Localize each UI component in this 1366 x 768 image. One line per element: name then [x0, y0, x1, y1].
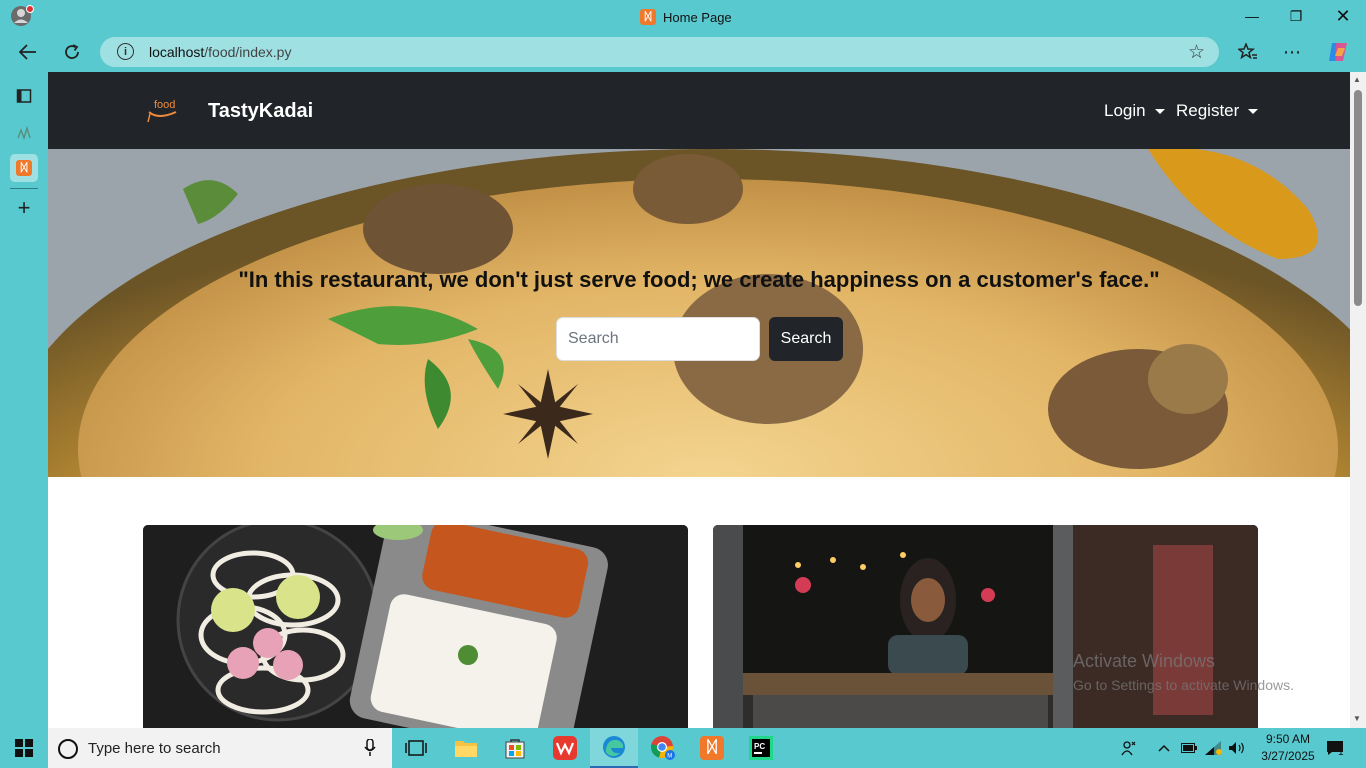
svg-text:M: M [667, 754, 672, 760]
task-view-icon[interactable] [392, 728, 440, 768]
taskbar-search-placeholder: Type here to search [88, 740, 221, 757]
notification-count: 1 [1338, 747, 1344, 758]
card-food-image[interactable] [143, 525, 688, 728]
caret-down-icon [1154, 108, 1165, 114]
people-icon[interactable] [1116, 728, 1142, 768]
hero-quote: "In this restaurant, we don't just serve… [238, 267, 1160, 292]
clock-time: 9:50 AM [1265, 732, 1311, 746]
biryani-hero-image [48, 149, 1350, 477]
refresh-icon [65, 44, 79, 59]
url-host: localhost [149, 44, 205, 60]
battery-icon[interactable] [1178, 728, 1200, 768]
edge-icon[interactable] [590, 728, 638, 768]
page-scrollbar[interactable]: ▲ ▼ [1350, 72, 1366, 728]
vertical-tab-strip: ᛞ + [0, 72, 48, 728]
store-icon[interactable] [491, 728, 539, 768]
xampp-tab-icon[interactable]: ᛞ [10, 154, 38, 182]
card-restaurant-image[interactable] [713, 525, 1258, 728]
scroll-down-icon[interactable]: ▼ [1353, 714, 1361, 723]
chrome-icon[interactable]: M [639, 728, 687, 768]
close-button[interactable]: ✕ [1320, 0, 1366, 32]
back-arrow-icon [19, 44, 36, 60]
windows-logo-icon [15, 739, 33, 757]
back-button[interactable] [12, 36, 44, 68]
hero-banner: "In this restaurant, we don't just serve… [48, 149, 1350, 477]
divider [10, 188, 38, 189]
start-button[interactable] [0, 728, 48, 768]
svg-text:PC: PC [754, 742, 765, 751]
pycharm-icon[interactable]: PC [737, 728, 785, 768]
site-navbar: food TastyKadai Login Register [48, 72, 1350, 149]
volume-icon[interactable] [1226, 728, 1248, 768]
tab-title-text: Home Page [663, 9, 732, 25]
restore-button[interactable]: ❐ [1273, 0, 1319, 32]
add-tab-icon[interactable]: + [10, 194, 38, 222]
browser-titlebar: ᛞ Home Page — ❐ ✕ [0, 0, 1366, 32]
login-label: Login [1104, 101, 1146, 120]
browser-toolbar: i localhost/food/index.py ☆ ⋯ [0, 32, 1366, 72]
minimize-button[interactable]: — [1229, 0, 1275, 32]
food-logo-icon[interactable]: food [146, 98, 182, 124]
address-text[interactable]: localhost/food/index.py [149, 44, 291, 60]
register-dropdown[interactable]: Register [1176, 101, 1259, 121]
activate-windows-title: Activate Windows [1073, 651, 1216, 671]
profile-avatar-icon[interactable] [10, 5, 34, 27]
search-icon [58, 739, 78, 759]
search-button[interactable]: Search [769, 317, 843, 361]
favorites-button[interactable] [1232, 36, 1264, 68]
copilot-button[interactable] [1322, 36, 1354, 68]
favorite-star-icon[interactable]: ☆ [1188, 41, 1205, 64]
xampp-icon[interactable]: ᛞ [688, 728, 736, 768]
scroll-up-icon[interactable]: ▲ [1353, 75, 1361, 84]
notifications-button[interactable]: 1 [1320, 728, 1350, 768]
restaurant-window-image [713, 525, 1258, 728]
search-input[interactable] [556, 317, 760, 361]
active-tab[interactable]: ᛞ Home Page [640, 7, 732, 27]
url-path: /food/index.py [204, 44, 292, 60]
chevron-up-icon[interactable] [1152, 728, 1176, 768]
register-label: Register [1176, 101, 1240, 120]
settings-more-button[interactable]: ⋯ [1276, 36, 1308, 68]
app-icon[interactable] [10, 118, 38, 146]
scroll-thumb[interactable] [1354, 90, 1362, 306]
activate-windows-subtitle: Go to Settings to activate Windows. [1073, 677, 1294, 693]
windows-taskbar: Type here to search M ᛞ PC 9:50 AM 3/27/… [0, 728, 1366, 768]
xampp-favicon-icon: ᛞ [16, 160, 32, 176]
wifi-icon[interactable] [1202, 728, 1224, 768]
copilot-icon [1329, 43, 1347, 61]
page-viewport: food TastyKadai Login Register "In this … [48, 72, 1350, 728]
microphone-icon[interactable] [364, 739, 376, 757]
brand-name[interactable]: TastyKadai [208, 100, 313, 123]
file-explorer-icon[interactable] [442, 728, 490, 768]
wps-office-icon[interactable] [541, 728, 589, 768]
caret-down-icon [1248, 108, 1259, 114]
system-clock[interactable]: 9:50 AM 3/27/2025 [1256, 731, 1320, 765]
logo-text: food [154, 99, 175, 111]
site-info-icon[interactable]: i [117, 43, 134, 60]
favorites-list-icon [1238, 43, 1257, 60]
thali-image [143, 525, 688, 728]
clock-date: 3/27/2025 [1261, 749, 1315, 763]
taskbar-search[interactable]: Type here to search [48, 728, 392, 768]
address-bar[interactable]: i localhost/food/index.py ☆ [100, 37, 1219, 67]
tab-actions-icon[interactable] [10, 82, 38, 110]
refresh-button[interactable] [56, 36, 88, 68]
xampp-favicon-icon: ᛞ [640, 9, 656, 25]
login-dropdown[interactable]: Login [1104, 101, 1165, 121]
